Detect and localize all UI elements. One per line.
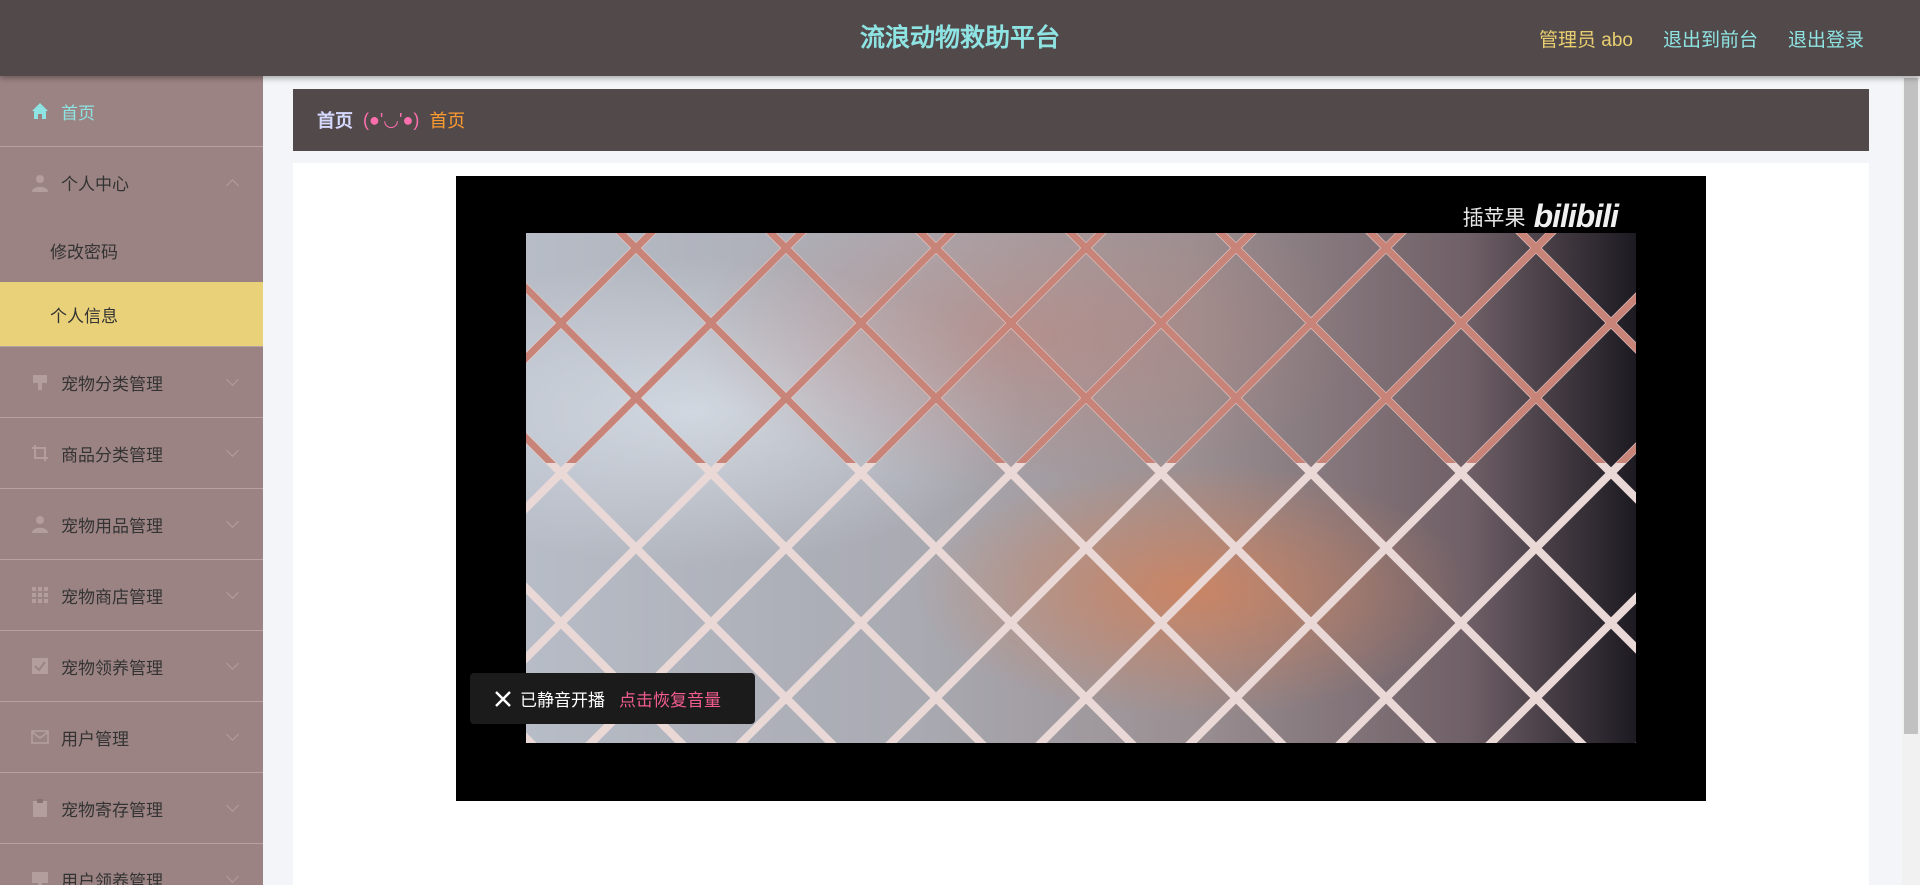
mute-message: 已静音开播	[520, 691, 605, 710]
clipboard-icon	[30, 798, 50, 818]
sidebar-item-label: 首页	[61, 103, 95, 123]
page-scrollbar[interactable]	[1902, 76, 1920, 885]
close-icon[interactable]	[492, 688, 514, 710]
sidebar-item-pet-category[interactable]: 宠物分类管理	[0, 347, 263, 418]
mute-notice: 已静音开播 点击恢复音量	[470, 673, 755, 724]
mail-icon	[30, 727, 50, 747]
breadcrumb-current: 首页	[429, 111, 466, 131]
chevron-down-icon	[226, 870, 239, 883]
sidebar-group-personal-center: 个人中心 修改密码 个人信息	[0, 147, 263, 347]
sidebar-item-label: 宠物用品管理	[61, 516, 163, 536]
chevron-down-icon	[226, 657, 239, 670]
chevron-down-icon	[226, 728, 239, 741]
sidebar-subitem-label: 个人信息	[50, 306, 118, 326]
bilibili-logo: bilibili	[1533, 198, 1619, 234]
video-player[interactable]: 插苹果 bilibili 已静音开播 点击恢复音量	[456, 176, 1706, 801]
sidebar-item-pet-store[interactable]: 宠物商店管理	[0, 560, 263, 631]
checkbox-icon	[30, 656, 50, 676]
sidebar-menu: 首页 个人中心 修改密码 个人信息 宠物分类管理 商品分类管理 宠物用品管理 宠…	[0, 76, 263, 885]
sidebar-item-label: 商品分类管理	[61, 445, 163, 465]
sidebar-subitem-personal-info[interactable]: 个人信息	[0, 282, 263, 346]
chevron-down-icon	[226, 373, 239, 386]
sidebar-item-label: 用户领养管理	[61, 871, 163, 885]
chevron-down-icon	[226, 799, 239, 812]
header-actions: 管理员 abo 退出到前台 退出登录	[1539, 0, 1864, 76]
restore-volume-button[interactable]: 点击恢复音量	[619, 686, 721, 711]
user-icon	[30, 173, 50, 193]
breadcrumb-home-link[interactable]: 首页	[317, 107, 353, 133]
scrollbar-thumb[interactable]	[1904, 78, 1918, 734]
video-watermark: 插苹果 bilibili	[1462, 198, 1619, 235]
sidebar-item-label: 宠物分类管理	[61, 374, 163, 394]
sidebar-item-pet-supplies[interactable]: 宠物用品管理	[0, 489, 263, 560]
sidebar-item-label: 个人中心	[61, 175, 129, 194]
sidebar-subitem-change-password[interactable]: 修改密码	[0, 218, 263, 282]
sidebar-item-goods-category[interactable]: 商品分类管理	[0, 418, 263, 489]
sidebar-item-label: 宠物寄存管理	[61, 800, 163, 820]
category-icon	[30, 372, 50, 392]
breadcrumb: 首页 (●'◡'●) 首页	[293, 89, 1869, 151]
main-content: 插苹果 bilibili 已静音开播 点击恢复音量	[293, 163, 1869, 885]
admin-username: 管理员 abo	[1538, 29, 1633, 51]
back-to-front-link[interactable]: 退出到前台	[1663, 25, 1758, 52]
sidebar-item-label: 宠物领养管理	[61, 658, 163, 678]
monitor-icon	[30, 869, 50, 885]
sidebar-item-user-management[interactable]: 用户管理	[0, 702, 263, 773]
logout-link[interactable]: 退出登录	[1788, 25, 1864, 52]
sidebar-item-personal-center[interactable]: 个人中心	[0, 147, 263, 218]
crop-icon	[30, 443, 50, 463]
breadcrumb-separator: (●'◡'●)	[363, 109, 420, 130]
sidebar-subitem-label: 修改密码	[50, 242, 118, 262]
chain-link-fence-image	[526, 233, 1636, 743]
home-icon	[30, 101, 50, 121]
sidebar-item-label: 用户管理	[61, 729, 129, 749]
chevron-down-icon	[226, 586, 239, 599]
chevron-down-icon	[226, 515, 239, 528]
video-frame	[526, 233, 1636, 743]
sidebar-item-label: 宠物商店管理	[61, 587, 163, 607]
grid-icon	[30, 585, 50, 605]
user-icon	[30, 514, 50, 534]
chevron-up-icon	[226, 178, 239, 192]
sidebar-item-user-adoption[interactable]: 用户领养管理	[0, 844, 263, 885]
sidebar-item-pet-boarding[interactable]: 宠物寄存管理	[0, 773, 263, 844]
top-navbar: 流浪动物救助平台 管理员 abo 退出到前台 退出登录	[0, 0, 1920, 76]
watermark-text: 插苹果	[1462, 206, 1526, 230]
sidebar-item-pet-adoption[interactable]: 宠物领养管理	[0, 631, 263, 702]
chevron-down-icon	[226, 444, 239, 457]
sidebar-item-home[interactable]: 首页	[0, 76, 263, 147]
